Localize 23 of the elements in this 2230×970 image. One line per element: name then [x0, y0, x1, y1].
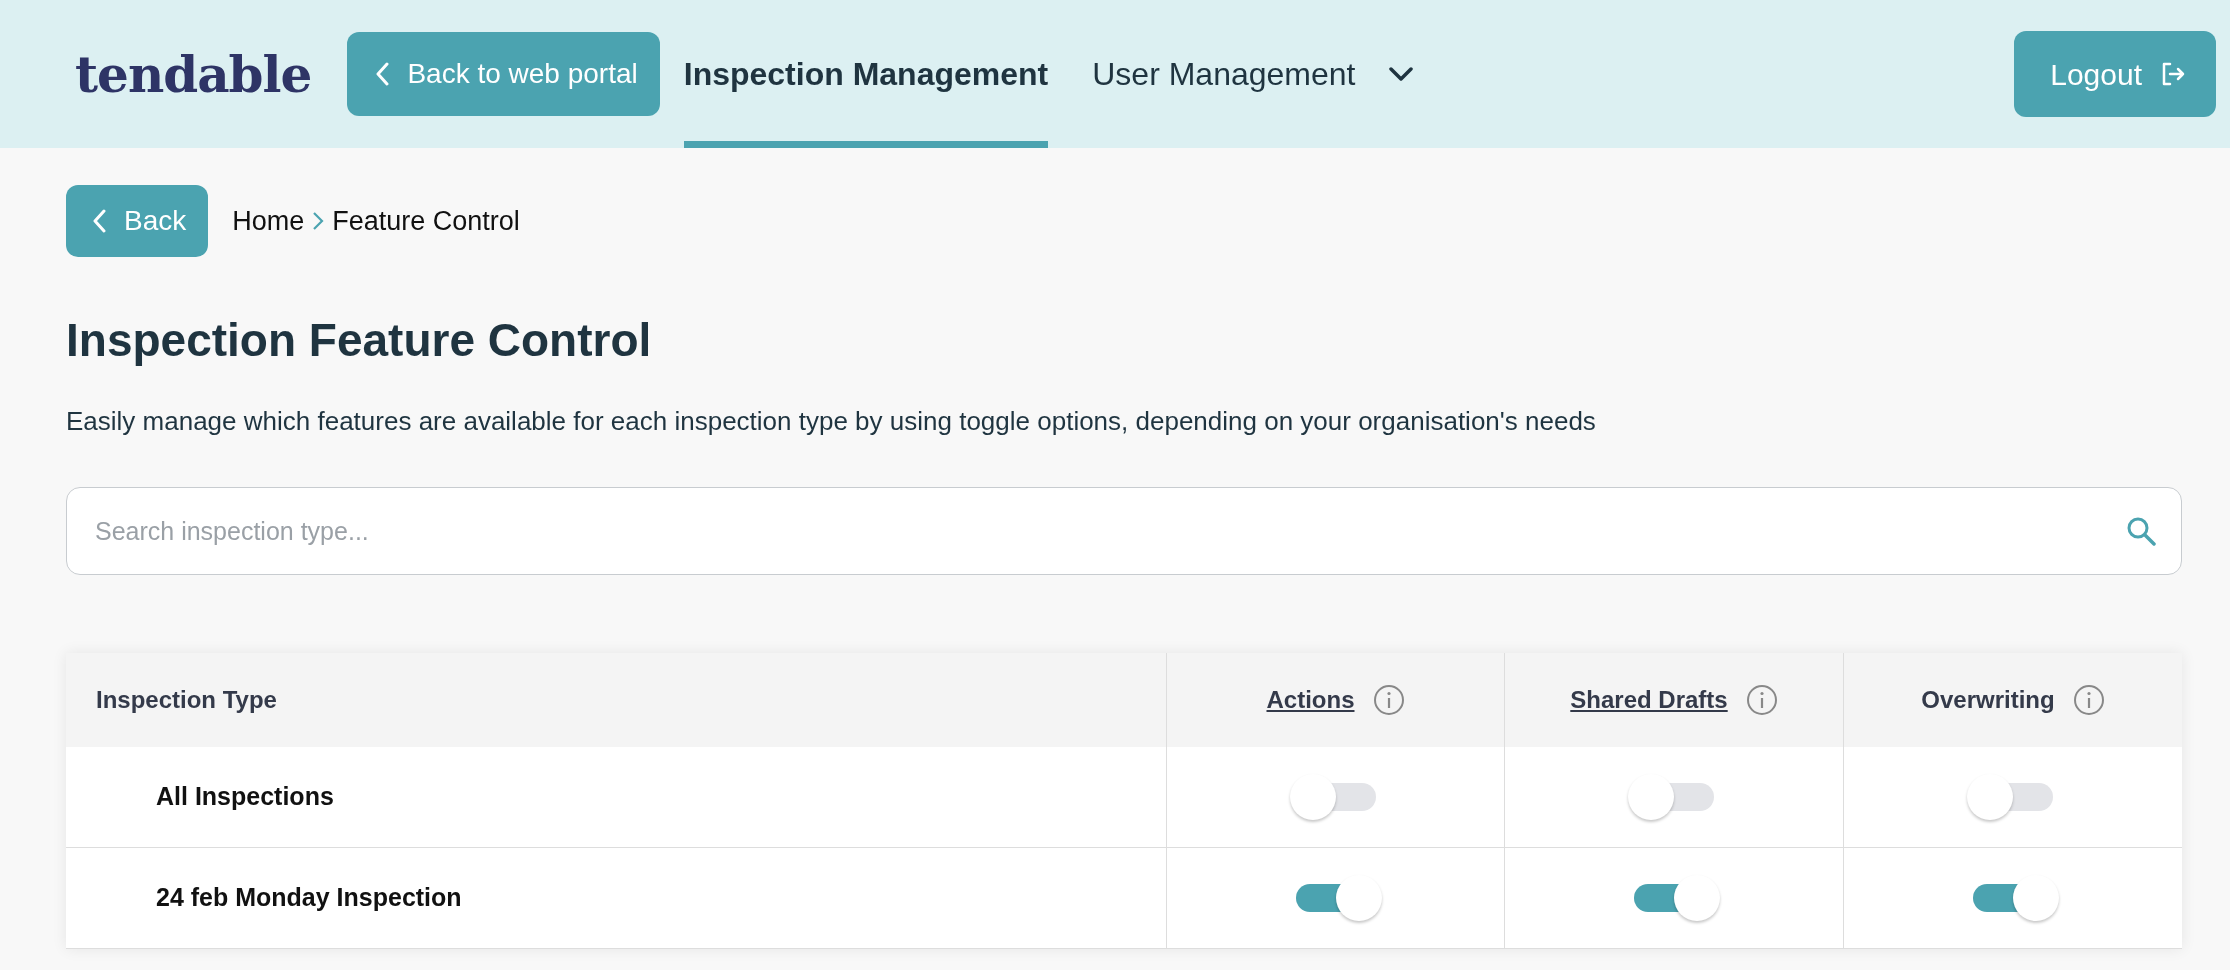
column-header[interactable]: Actions: [1266, 682, 1355, 719]
breadcrumb-current[interactable]: Feature Control: [332, 200, 520, 242]
page-description: Easily manage which features are available for each inspection type by using toggle options, depending on your organisation's needs: [66, 405, 1597, 439]
nav-tab[interactable]: Inspection Management: [683, 0, 1049, 148]
nav-tab[interactable]: User Management: [1092, 0, 1414, 148]
chevron-right-icon: [312, 211, 325, 231]
info-icon: [1372, 684, 1405, 717]
column-header[interactable]: Shared Drafts: [1570, 682, 1728, 719]
chevron-left-icon: [92, 209, 106, 233]
chevron-left-icon: [375, 62, 390, 86]
column-header: Overwriting: [1921, 685, 2055, 716]
chevron-down-icon: [1389, 67, 1414, 81]
info-icon: [2072, 684, 2105, 717]
logout-icon: [2160, 61, 2186, 87]
logo: tendable: [75, 43, 312, 106]
column-header: Inspection Type: [96, 685, 277, 716]
inspection-name: All Inspections: [155, 781, 334, 813]
inspection-name: 24 feb Monday Inspection: [155, 882, 462, 914]
breadcrumb-link[interactable]: Home: [232, 200, 305, 242]
page-title: Inspection Feature Control: [66, 313, 653, 368]
search-field[interactable]: Search inspection type...: [66, 487, 2182, 576]
info-icon: [1745, 684, 1778, 717]
search-icon: [2126, 516, 2156, 547]
